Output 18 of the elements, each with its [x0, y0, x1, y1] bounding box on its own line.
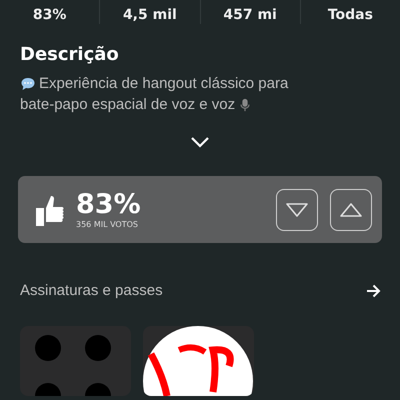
arrow-right-icon[interactable]: [365, 282, 381, 298]
stat-value: 83%: [32, 7, 66, 23]
microphone-icon: [238, 96, 252, 112]
description-text: bate-papo espacial de voz e voz: [20, 95, 236, 115]
stat-value: 457 mi: [223, 7, 277, 23]
triangle-down-icon: [285, 202, 309, 218]
section-title: Assinaturas e passes: [20, 282, 163, 299]
stat-value: 4,5 mil: [122, 7, 177, 23]
speech-bubble-icon: [20, 76, 36, 92]
dislike-button[interactable]: [276, 188, 318, 230]
rating-percent: 83%: [76, 190, 141, 220]
like-button[interactable]: [330, 188, 372, 230]
section-title: Descrição: [20, 44, 120, 65]
description-text: Experiência de hangout clássico para: [39, 74, 288, 94]
vote-count: 356 MIL VOTOS: [76, 220, 139, 229]
triangle-up-icon: [339, 202, 363, 218]
chevron-icon: [190, 136, 210, 148]
stat-value: Todas: [328, 7, 373, 23]
